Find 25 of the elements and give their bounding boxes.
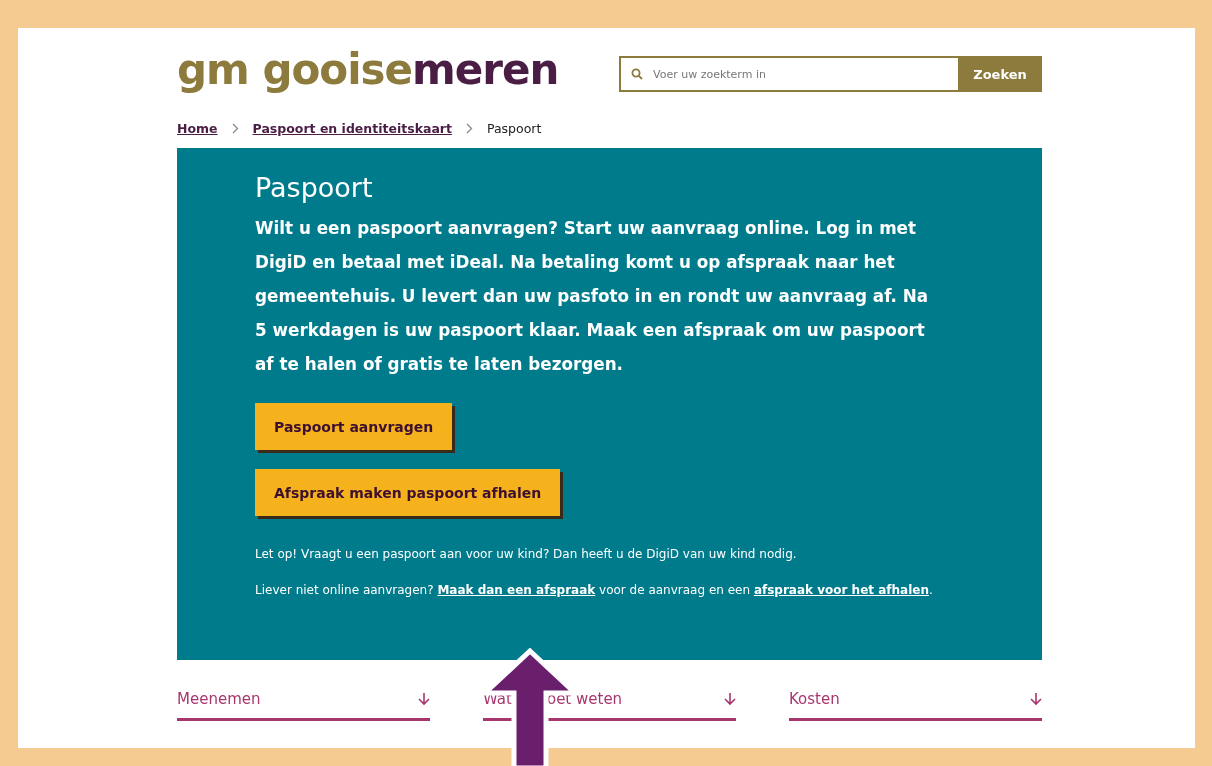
breadcrumb-link[interactable]: Home	[177, 120, 218, 136]
accordion-label: Kosten	[789, 690, 840, 708]
arrow-down-icon	[724, 692, 736, 706]
accordion-header[interactable]: Meenemen	[177, 690, 430, 721]
accordion-header[interactable]: Kosten	[789, 690, 1042, 721]
breadcrumb-current: Paspoort	[486, 120, 542, 136]
page-title: Paspoort	[255, 172, 374, 203]
action-button[interactable]: Afspraak maken paspoort afhalen	[255, 469, 561, 516]
search-button[interactable]: Zoeken	[958, 56, 1042, 92]
site-logo[interactable]: gm gooisemeren	[177, 49, 559, 91]
action-button[interactable]: Paspoort aanvragen	[255, 403, 453, 450]
text-link[interactable]: Maak dan een afspraak	[437, 583, 596, 597]
chevron-icon	[231, 122, 239, 134]
intro-paragraph: Wilt u een paspoort aanvragen? Start uw aanvraag online. Log in met DigiD en betaal met iDeal. Na betaling komt u op afspraak naar het gemeentehuis. U levert dan uw pasfoto in en rondt uw aanvraag af. Na 5 werkdagen is uw paspoort klaar. Maak een afspraak om uw paspoort af te halen of gratis te laten bezorgen.	[255, 217, 930, 376]
accordion-label: oet weten	[546, 690, 623, 708]
search-icon	[631, 68, 643, 80]
arrow-down-icon	[1030, 692, 1042, 706]
note-text: Let op! Vraagt u een paspoort aan voor uw kind? Dan heeft u de DigiD van uw kind nodig.	[255, 546, 798, 563]
arrow-down-icon	[418, 692, 430, 706]
search-field[interactable]: Voer uw zoekterm in	[619, 56, 958, 92]
accordion-label: Meenemen	[177, 690, 261, 708]
alternative-text: Liever niet online aanvragen? Maak dan een afspraak voor de aanvraag en een afspraak voor het afhalen.	[255, 582, 934, 599]
text-link[interactable]: afspraak voor het afhalen	[753, 583, 929, 597]
chevron-icon	[465, 122, 473, 134]
breadcrumb-link[interactable]: Paspoort en identiteitskaart	[252, 120, 452, 136]
